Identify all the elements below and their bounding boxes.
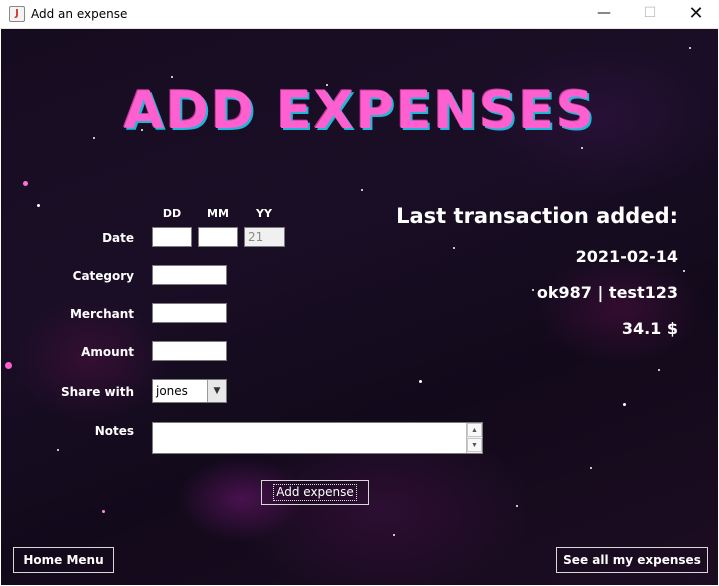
merchant-input[interactable] [152, 303, 227, 323]
date-label: Date [102, 231, 134, 245]
star-decoration [581, 147, 583, 149]
date-month-header: MM [207, 207, 229, 220]
star-decoration [532, 289, 534, 291]
scroll-down-icon[interactable]: ▼ [467, 438, 482, 452]
category-label: Category [72, 269, 134, 283]
last-transaction-date: 2021-02-14 [575, 247, 678, 266]
title-bar: J Add an expense — ☐ ✕ [0, 0, 719, 29]
star-decoration [171, 76, 173, 78]
star-decoration [393, 534, 395, 536]
star-decoration [37, 204, 40, 207]
add-expense-button[interactable]: Add expense [261, 480, 369, 505]
content-pane: ADD EXPENSES DD MM YY Date Category Merc… [1, 29, 718, 585]
star-decoration [689, 47, 691, 49]
star-decoration [5, 362, 12, 369]
last-transaction-title: Last transaction added: [396, 204, 678, 228]
scroll-up-icon[interactable]: ▲ [467, 423, 482, 437]
date-day-input[interactable] [152, 227, 192, 247]
minimize-button[interactable]: — [581, 0, 627, 29]
share-with-label: Share with [61, 385, 134, 399]
date-year-header: YY [256, 207, 272, 220]
category-input[interactable] [152, 265, 227, 285]
add-expense-label: Add expense [273, 484, 357, 501]
star-decoration [23, 181, 28, 186]
star-decoration [658, 369, 660, 371]
star-decoration [590, 467, 592, 469]
star-decoration [516, 505, 518, 507]
star-decoration [102, 510, 105, 513]
star-decoration [57, 449, 59, 451]
chevron-down-icon[interactable]: ▼ [207, 380, 226, 402]
amount-input[interactable] [152, 341, 227, 361]
notes-textarea[interactable]: ▲ ▼ [152, 422, 483, 454]
home-menu-button[interactable]: Home Menu [13, 547, 114, 573]
last-transaction-amount: 34.1 $ [621, 319, 678, 338]
maximize-button[interactable]: ☐ [627, 0, 673, 29]
star-decoration [453, 247, 455, 249]
star-decoration [361, 189, 363, 191]
window-title: Add an expense [31, 7, 128, 21]
notes-scrollbar[interactable]: ▲ ▼ [466, 423, 482, 453]
notes-label: Notes [94, 424, 134, 438]
share-with-select[interactable]: jones ▼ [152, 379, 227, 403]
close-button[interactable]: ✕ [673, 0, 719, 29]
date-day-header: DD [162, 207, 182, 220]
star-decoration [419, 380, 422, 383]
amount-label: Amount [81, 345, 134, 359]
java-app-icon: J [9, 6, 25, 22]
merchant-label: Merchant [69, 307, 134, 321]
last-transaction-parties: ok987 | test123 [536, 283, 678, 302]
date-month-input[interactable] [198, 227, 238, 247]
share-with-value: jones [156, 384, 188, 398]
see-all-expenses-button[interactable]: See all my expenses [556, 547, 708, 573]
date-year-input[interactable] [244, 227, 285, 247]
star-decoration [683, 270, 685, 272]
star-decoration [623, 403, 626, 406]
page-title: ADD EXPENSES [123, 81, 596, 141]
